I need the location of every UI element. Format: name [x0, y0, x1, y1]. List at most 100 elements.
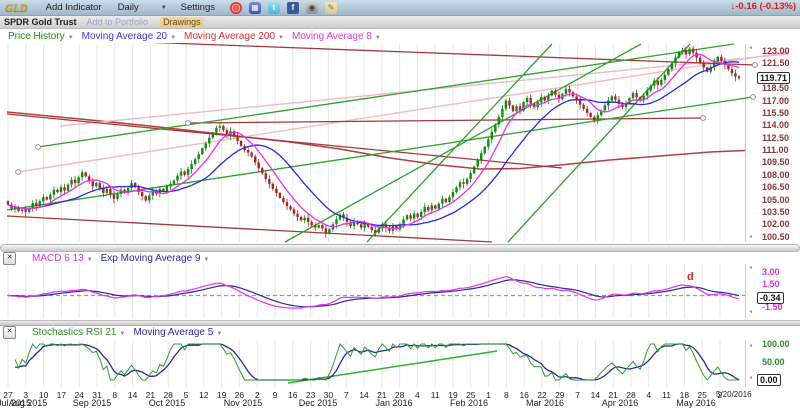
price-axis-label: 109.50 [762, 157, 790, 167]
indicator-stoch-ma[interactable]: Moving Average 5▼ [133, 327, 222, 338]
stoch-trendline[interactable] [288, 351, 497, 383]
price-axis-label: 123.00 [762, 46, 790, 56]
indicator-macd[interactable]: MACD 6 13▼ [32, 253, 93, 264]
alerts-icon[interactable]: ◯ [230, 2, 242, 14]
date-tick: 16 [288, 390, 297, 400]
month-label: Nov 2015 [224, 398, 263, 408]
axis-scroll-arrow: ◂ [749, 264, 752, 271]
price-axis-label: 118.50 [762, 83, 789, 93]
month-label: Aug 2015 [9, 398, 48, 408]
axis-scroll-arrow: ◂ [749, 308, 752, 315]
last-price-box: 119.71 [757, 72, 790, 84]
date-tick: 8 [504, 390, 509, 400]
date-tick: 11 [431, 390, 440, 400]
twitter-icon[interactable]: t [268, 2, 280, 14]
macd-axis-label: 3.00 [762, 267, 780, 277]
indicator-ma8[interactable]: Moving Average 8▼ [292, 31, 381, 42]
indicator-macd-signal[interactable]: Exp Moving Average 9▼ [101, 253, 210, 264]
indicator-ma200[interactable]: Moving Average 200▼ [184, 31, 284, 42]
toolbar: GLD Add Indicator Daily ▼ Settings ◯ ▦ t… [0, 0, 800, 16]
macd-line [8, 277, 739, 309]
trendline[interactable] [7, 97, 753, 210]
notes-icon[interactable]: ✎ [325, 2, 337, 14]
macd-axis-label: 1.50 [762, 279, 780, 289]
indicator-price-history[interactable]: Price History▼ [8, 31, 74, 42]
trendline[interactable] [188, 118, 703, 123]
month-label: Feb 2016 [450, 398, 488, 408]
trendline-handle[interactable] [751, 95, 756, 100]
chart-h-scrollbar[interactable] [0, 244, 800, 252]
month-label: Apr 2016 [602, 398, 639, 408]
chevron-down-icon[interactable]: ▼ [375, 35, 381, 41]
add-to-portfolio-link[interactable]: Add to Portfolio [87, 17, 149, 27]
ma20-line [8, 62, 739, 226]
price-axis-label: 114.00 [762, 120, 789, 130]
date-tick: 2 [718, 390, 723, 400]
trendline-handle[interactable] [701, 116, 706, 121]
price-axis-label: 115.50 [762, 108, 789, 118]
axis-scroll-arrow: ◂ [749, 342, 752, 349]
trendline-handle[interactable] [753, 63, 758, 68]
date-tick: 17 [57, 390, 66, 400]
facebook-icon[interactable]: f [287, 2, 299, 14]
date-tick: 11 [662, 390, 671, 400]
ma8-line [8, 54, 739, 228]
chevron-down-icon[interactable]: ▼ [87, 257, 93, 263]
trendline-handle[interactable] [16, 170, 21, 175]
price-axis-label: 121.50 [762, 58, 790, 68]
date-tick: 8 [112, 390, 117, 400]
security-name: SPDR Gold Trust [4, 17, 77, 27]
date-tick: 14 [359, 390, 368, 400]
stoch-axis-label: 50.00 [762, 357, 785, 367]
text-annotation-d[interactable]: d [687, 271, 694, 283]
price-pane-header: Price History▼ Moving Average 20▼ Moving… [0, 29, 760, 43]
trendline[interactable] [18, 52, 788, 172]
macd-signal-line [8, 280, 739, 307]
app-logo: GLD [5, 2, 28, 14]
drawings-button[interactable]: Drawings [160, 17, 204, 27]
security-bar: SPDR Gold Trust Add to Portfolio Drawing… [0, 16, 800, 29]
indicator-ma20[interactable]: Moving Average 20▼ [82, 31, 176, 42]
settings-button[interactable]: Settings [173, 2, 223, 13]
library-icon[interactable]: ▦ [249, 2, 261, 14]
chart-canvas[interactable] [0, 0, 800, 408]
month-label: Jan 2016 [375, 398, 412, 408]
stoch-pane-header: ✕ Stochastics RSI 21▼ Moving Average 5▼ [0, 326, 760, 339]
trendline[interactable] [285, 44, 641, 242]
chevron-down-icon[interactable]: ▼ [278, 35, 284, 41]
chevron-down-icon[interactable]: ▼ [119, 331, 125, 337]
axis-scroll-arrow: ◂ [749, 44, 752, 51]
month-label: Dec 2015 [299, 398, 338, 408]
chevron-down-icon[interactable]: ▼ [216, 331, 222, 337]
period-select[interactable]: Daily [110, 2, 147, 13]
stoch-value-box: 0.00 [757, 374, 781, 386]
camera-icon[interactable]: ◉ [306, 2, 318, 14]
stoch-axis-label: 100.00 [762, 339, 790, 349]
chevron-down-icon[interactable]: ▼ [170, 35, 176, 41]
trendline-handle[interactable] [36, 145, 41, 150]
month-label: May 2016 [676, 398, 716, 408]
close-macd-button[interactable]: ✕ [3, 252, 16, 265]
macd-value-box: -0.34 [757, 292, 784, 304]
axis-scroll-arrow: ◂ [749, 374, 752, 381]
add-indicator-button[interactable]: Add Indicator [38, 2, 110, 13]
charting-app: GLD Add Indicator Daily ▼ Settings ◯ ▦ t… [0, 0, 800, 408]
date-tick: 9 [273, 390, 278, 400]
chevron-down-icon[interactable]: ▼ [204, 257, 210, 263]
axis-scroll-arrow: ◂ [749, 233, 752, 240]
indicator-stoch-rsi[interactable]: Stochastics RSI 21▼ [32, 327, 125, 338]
month-label: Mar 2016 [526, 398, 564, 408]
date-tick: 7 [575, 390, 580, 400]
stoch-ma5-line [15, 344, 739, 380]
chevron-down-icon[interactable]: ▼ [68, 35, 74, 41]
close-stoch-button[interactable]: ✕ [3, 326, 16, 339]
date-tick: 14 [591, 390, 600, 400]
candlestick-series [7, 46, 740, 237]
price-axis-label: 102.00 [762, 219, 790, 229]
date-tick: 14 [128, 390, 137, 400]
trendline-handle[interactable] [186, 121, 191, 126]
period-caret-icon[interactable]: ▼ [161, 5, 167, 11]
month-label: Oct 2015 [149, 398, 186, 408]
trendline[interactable] [38, 44, 734, 147]
date-tick: 12 [199, 390, 208, 400]
